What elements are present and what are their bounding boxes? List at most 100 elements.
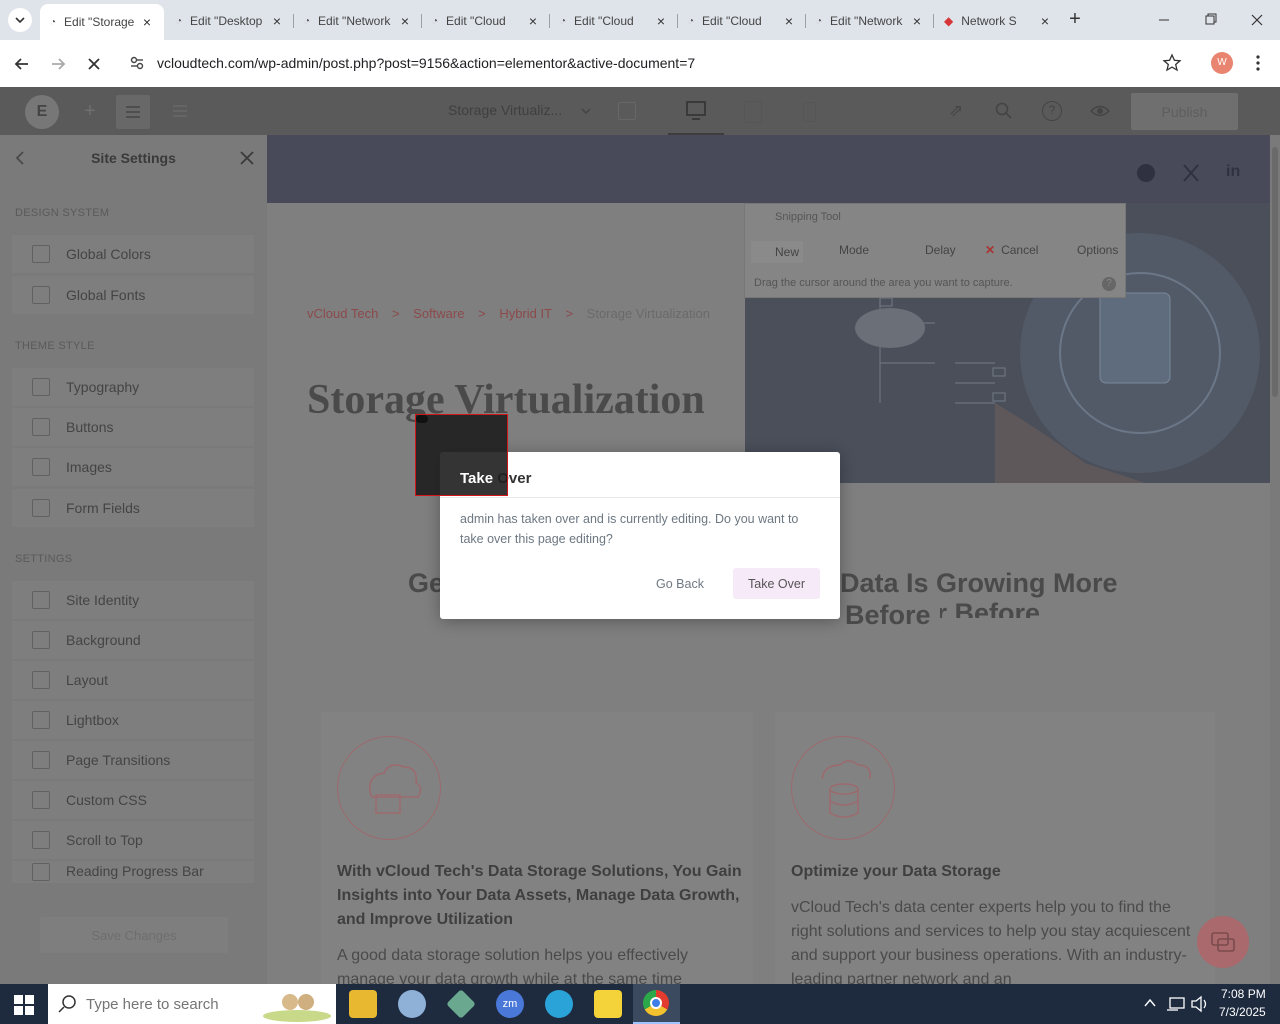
chat-bubble-button[interactable]	[1197, 916, 1249, 968]
snip-new-button[interactable]: New	[751, 241, 803, 263]
profile-avatar[interactable]: W	[1211, 52, 1233, 74]
help-icon[interactable]: ?	[1102, 277, 1116, 291]
close-window-icon[interactable]	[1243, 10, 1271, 30]
show-hidden-icons-chevron-icon[interactable]	[1143, 996, 1157, 1010]
page-settings-icon[interactable]	[618, 102, 636, 120]
url-text[interactable]: vcloudtech.com/wp-admin/post.php?post=91…	[157, 55, 695, 71]
publish-button[interactable]: Publish	[1131, 93, 1238, 130]
browser-tab[interactable]: ◔ Edit "Cloud ×	[550, 6, 678, 36]
snipping-tool-icon[interactable]	[398, 990, 426, 1018]
snip-delay-button[interactable]: Delay	[903, 243, 956, 257]
preview-eye-icon[interactable]	[1089, 101, 1111, 121]
sidebar-item-reading-progress-bar[interactable]: Reading Progress Bar	[12, 861, 254, 883]
chrome-taskbar-button[interactable]	[633, 984, 680, 1024]
go-back-button[interactable]: Go Back	[641, 568, 719, 599]
snip-options-button[interactable]: Options	[1077, 243, 1118, 257]
transitions-icon	[32, 751, 50, 769]
search-highlight-illustration	[260, 986, 334, 1022]
site-info-icon[interactable]	[129, 55, 145, 71]
sticky-notes-icon[interactable]	[594, 990, 622, 1018]
sidebar-item-label: Global Colors	[66, 246, 151, 262]
volume-icon[interactable]	[1190, 995, 1210, 1013]
site-settings-icon[interactable]	[116, 95, 150, 129]
kebab-menu-icon[interactable]	[1252, 53, 1264, 73]
taskbar-search-input[interactable]	[86, 993, 256, 1015]
sidebar-item-global-colors[interactable]: Global Colors	[12, 235, 254, 273]
breadcrumb-link[interactable]: vCloud Tech	[307, 306, 378, 321]
restore-icon[interactable]	[1196, 10, 1224, 30]
cloud-server-icon	[337, 736, 441, 840]
save-changes-button[interactable]: Save Changes	[40, 917, 228, 953]
page-scrollbar[interactable]	[1270, 135, 1280, 984]
close-tab-icon[interactable]: ×	[270, 13, 284, 29]
sidebar-item-site-identity[interactable]: Site Identity	[12, 581, 254, 619]
back-icon[interactable]	[10, 52, 34, 76]
background-icon	[32, 631, 50, 649]
clock-time[interactable]: 7:08 PM	[1221, 987, 1266, 1001]
sidebar-item-global-fonts[interactable]: Global Fonts	[12, 276, 254, 314]
desktop-view-icon[interactable]	[668, 87, 724, 135]
browser-tab[interactable]: ◔ Edit "Network ×	[294, 6, 422, 36]
linkedin-icon[interactable]: in	[1226, 163, 1246, 183]
close-icon[interactable]	[239, 150, 255, 166]
file-explorer-icon[interactable]	[349, 990, 377, 1018]
new-tab-icon[interactable]: +	[1064, 8, 1086, 30]
edge-browser-icon[interactable]	[545, 990, 573, 1018]
breadcrumb-link[interactable]: Hybrid IT	[499, 306, 552, 321]
snipping-tool-window: Snipping Tool New Mode Delay ✕ Cancel Opt…	[744, 203, 1126, 298]
close-tab-icon[interactable]: ×	[526, 13, 540, 29]
sidebar-item-lightbox[interactable]: Lightbox	[12, 701, 254, 739]
launch-icon[interactable]: ⇗	[946, 101, 966, 121]
sidebar-item-images[interactable]: Images	[12, 448, 254, 486]
help-icon[interactable]: ?	[1042, 101, 1062, 121]
close-tab-icon[interactable]: ×	[910, 13, 924, 29]
forward-icon[interactable]	[46, 52, 70, 76]
stop-loading-icon[interactable]	[82, 52, 106, 76]
browser-tab[interactable]: ◆ Network S ×	[934, 6, 1062, 36]
close-tab-icon[interactable]: ×	[654, 13, 668, 29]
sidebar-item-page-transitions[interactable]: Page Transitions	[12, 741, 254, 779]
minimize-icon[interactable]	[1150, 10, 1178, 30]
browser-tab[interactable]: ◔ Edit "Cloud ×	[422, 6, 550, 36]
sidebar-item-custom-css[interactable]: Custom CSS	[12, 781, 254, 819]
browser-tab[interactable]: ◔ Edit "Cloud ×	[678, 6, 806, 36]
search-icon[interactable]	[994, 101, 1014, 121]
close-tab-icon[interactable]: ×	[1038, 13, 1052, 29]
chevron-down-icon[interactable]	[580, 106, 592, 116]
structure-icon[interactable]	[170, 101, 190, 121]
snip-mode-button[interactable]: Mode	[815, 243, 869, 257]
sidebar-item-buttons[interactable]: Buttons	[12, 408, 254, 446]
add-element-icon[interactable]: +	[80, 101, 100, 121]
mobile-view-icon[interactable]	[803, 102, 816, 122]
sidebar-item-background[interactable]: Background	[12, 621, 254, 659]
sidebar-item-typography[interactable]: Typography	[12, 368, 254, 406]
elementor-logo-icon[interactable]: E	[25, 95, 59, 129]
snip-cancel-button[interactable]: ✕ Cancel	[985, 243, 1038, 257]
close-tab-icon[interactable]: ×	[398, 13, 412, 29]
tab-list-dropdown-icon[interactable]	[8, 8, 32, 32]
sidebar-item-label: Images	[66, 459, 112, 475]
sidebar-item-form-fields[interactable]: Form Fields	[12, 489, 254, 527]
zoom-icon[interactable]: zm	[496, 990, 524, 1018]
tab-title: Edit "Cloud	[446, 14, 506, 28]
clock-date[interactable]: 7/3/2025	[1219, 1005, 1266, 1019]
breadcrumb-link[interactable]: Software	[413, 306, 464, 321]
document-title[interactable]: Storage Virtualiz...	[448, 102, 562, 118]
take-over-button[interactable]: Take Over	[733, 568, 820, 599]
sidebar-item-layout[interactable]: Layout	[12, 661, 254, 699]
close-tab-icon[interactable]: ×	[140, 14, 154, 30]
windows-start-icon[interactable]	[14, 995, 34, 1015]
snip-options-label: Options	[1077, 243, 1119, 257]
facebook-icon[interactable]	[1137, 164, 1155, 182]
browser-tab[interactable]: ◔ Edit "Storage ×	[40, 4, 164, 40]
browser-tab[interactable]: ◔ Edit "Network ×	[806, 6, 934, 36]
x-twitter-icon[interactable]	[1181, 163, 1201, 183]
scroll-top-icon	[32, 831, 50, 849]
taskbar-search-box[interactable]	[48, 984, 336, 1024]
close-tab-icon[interactable]: ×	[782, 13, 796, 29]
tablet-view-icon[interactable]	[744, 101, 762, 123]
bookmark-star-icon[interactable]	[1162, 53, 1182, 73]
network-icon[interactable]	[1166, 995, 1186, 1013]
sidebar-item-scroll-to-top[interactable]: Scroll to Top	[12, 821, 254, 859]
browser-tab[interactable]: ◔ Edit "Desktop ×	[166, 6, 294, 36]
